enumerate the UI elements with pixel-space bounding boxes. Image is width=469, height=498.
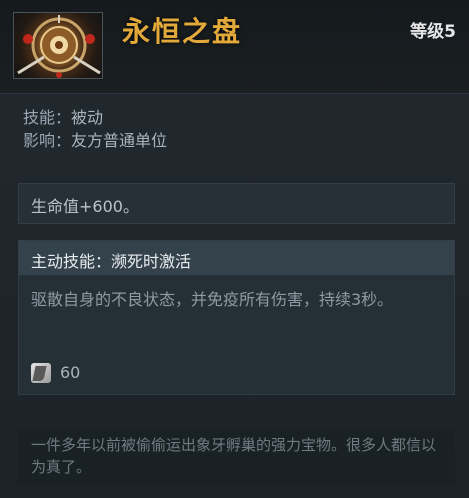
active-ability-header: 主动技能：濒死时激活 — [19, 241, 454, 275]
affects-value: 友方普通单位 — [71, 131, 168, 150]
cooldown-icon — [31, 363, 51, 383]
item-meta: 技能：被动 影响：友方普通单位 — [0, 94, 469, 157]
active-ability-box: 主动技能：濒死时激活 驱散自身的不良状态，并免疫所有伤害，持续3秒。 60 — [18, 240, 455, 395]
aeon-disk-icon — [13, 12, 103, 79]
attribute-bonus-box: 生命值+600。 — [18, 183, 455, 224]
item-level: 等级5 — [410, 22, 456, 42]
affects-line: 影响：友方普通单位 — [23, 127, 167, 151]
active-ability-description: 驱散自身的不良状态，并免疫所有伤害，持续3秒。 — [31, 290, 394, 309]
ability-type-value: 被动 — [71, 108, 104, 127]
affects-label: 影响： — [23, 131, 72, 150]
ability-type-label: 技能： — [23, 108, 72, 127]
item-name: 永恒之盘 — [122, 15, 243, 48]
lore-text: 一件多年以前被偷偷运出象牙孵巢的强力宝物。很多人都信以为真了。 — [31, 436, 437, 476]
health-bonus: 生命值+600。 — [31, 197, 139, 216]
ability-type-line: 技能：被动 — [23, 104, 103, 128]
lore-box: 一件多年以前被偷偷运出象牙孵巢的强力宝物。很多人都信以为真了。 — [18, 429, 455, 483]
tooltip-header: 永恒之盘 等级5 — [0, 0, 469, 94]
active-ability-title: 主动技能：濒死时激活 — [31, 252, 192, 271]
cooldown-value: 60 — [60, 363, 81, 382]
item-tooltip: 永恒之盘 等级5 技能：被动 影响：友方普通单位 生命值+600。 主动技能：濒… — [0, 0, 469, 498]
